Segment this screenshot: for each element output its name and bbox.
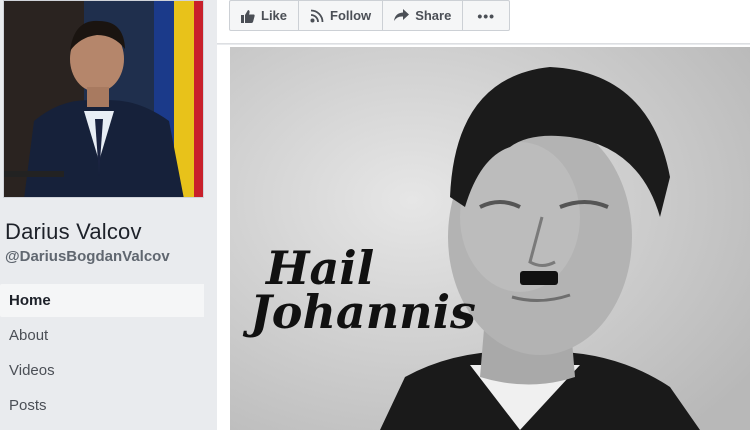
left-column: Darius Valcov @DariusBogdanValcov Home A… [0, 0, 214, 430]
post-card: Hail Johannis [217, 45, 750, 430]
post-photo [230, 47, 750, 430]
page-handle[interactable]: @DariusBogdanValcov [5, 248, 170, 265]
rss-icon [310, 9, 324, 23]
nav-item-home[interactable]: Home [0, 284, 204, 317]
follow-label: Follow [330, 8, 372, 23]
thumbs-up-icon [241, 9, 255, 23]
like-label: Like [261, 8, 288, 23]
share-arrow-icon [394, 9, 410, 22]
more-icon: ••• [477, 7, 496, 24]
post-image[interactable]: Hail Johannis [230, 47, 750, 430]
follow-button[interactable]: Follow [299, 1, 384, 30]
nav-item-about[interactable]: About [0, 319, 204, 352]
post-caption: Hail Johannis [250, 245, 476, 339]
page-action-bar: Like Follow Share ••• [217, 0, 750, 44]
nav-item-videos[interactable]: Videos [0, 354, 204, 387]
more-options-button[interactable]: ••• [463, 1, 509, 30]
profile-photo[interactable] [3, 0, 204, 198]
profile-photo-image [4, 1, 203, 197]
share-label: Share [415, 8, 452, 23]
caption-line-2: Johannis [250, 284, 476, 339]
page-title[interactable]: Darius Valcov [5, 219, 142, 245]
like-button[interactable]: Like [230, 1, 300, 30]
page-actions: Like Follow Share ••• [229, 0, 511, 31]
nav-item-posts[interactable]: Posts [0, 389, 204, 422]
share-button[interactable]: Share [383, 1, 464, 30]
page-nav: Home About Videos Posts [0, 284, 204, 424]
